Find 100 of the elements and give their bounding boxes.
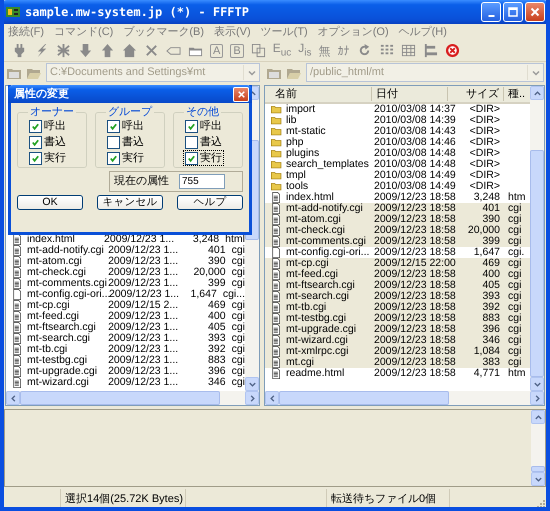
vertical-scrollbar[interactable]: [530, 86, 544, 391]
file-size: 390: [207, 256, 226, 267]
file-row[interactable]: tools 2010/03/08 14:49 <DIR>: [265, 181, 530, 192]
checkbox[interactable]: 呼出: [106, 119, 145, 133]
menu-item[interactable]: 接続(F): [8, 25, 44, 39]
scrollbar-thumb[interactable]: [531, 466, 545, 472]
cross-icon[interactable]: [144, 43, 159, 58]
app-icon: [5, 4, 21, 20]
checkbox[interactable]: 実行: [184, 151, 223, 165]
arrow-up-icon[interactable]: [100, 43, 115, 58]
scroll-right-button[interactable]: [245, 391, 259, 405]
horizontal-scrollbar[interactable]: [6, 391, 259, 405]
scroll-up-button[interactable]: [531, 410, 545, 424]
attribute-field[interactable]: 755: [179, 174, 225, 189]
file-row[interactable]: mt.cgi 2009/12/23 18:58 383 cgi: [265, 357, 530, 368]
close-button[interactable]: [233, 86, 249, 102]
scroll-left-button[interactable]: [6, 391, 20, 405]
file-row[interactable]: readme.html 2009/12/23 18:58 4,771 htm: [265, 368, 530, 379]
file-icon: [271, 258, 282, 269]
file-row[interactable]: search_templates 2010/03/08 14:48 <DIR>: [265, 159, 530, 170]
file-size: 883: [207, 355, 226, 366]
scrollbar-thumb[interactable]: [20, 391, 220, 405]
column-header[interactable]: 名前: [265, 87, 372, 101]
file-type: cgi: [508, 214, 522, 225]
file-row[interactable]: mt-xmlrpc.cgi 2009/12/23 18:58 1,084 cgi: [265, 346, 530, 357]
plug-icon[interactable]: [12, 43, 27, 58]
vertical-scrollbar[interactable]: [531, 410, 545, 486]
menu-item[interactable]: 表示(V): [214, 25, 251, 39]
scroll-left-button[interactable]: [265, 391, 279, 405]
arrow-down-icon[interactable]: [78, 43, 93, 58]
file-row[interactable]: plugins 2010/03/08 14:48 <DIR>: [265, 148, 530, 159]
scrollbar-thumb[interactable]: [530, 150, 544, 377]
menu-item[interactable]: ヘルプ(H): [398, 25, 447, 39]
stop-icon[interactable]: [444, 43, 460, 58]
scrollbar-thumb[interactable]: [279, 391, 449, 405]
file-row[interactable]: index.html 2009/12/23 18:58 3,248 htm: [265, 192, 530, 203]
checkbox[interactable]: 呼出: [28, 119, 67, 133]
file-row[interactable]: mt-config.cgi-ori... 2009/12/23 18:58 1,647 cgi.: [265, 247, 530, 258]
checkbox[interactable]: 書込: [106, 135, 145, 149]
scroll-down-button[interactable]: [531, 472, 545, 486]
file-row[interactable]: tmpl 2010/03/08 14:49 <DIR>: [265, 170, 530, 181]
menu-item[interactable]: オプション(O): [318, 25, 389, 39]
column-header[interactable]: サイズ: [448, 87, 504, 101]
file-row[interactable]: php 2010/03/08 14:46 <DIR>: [265, 137, 530, 148]
file-type: cgi: [232, 344, 245, 355]
file-row[interactable]: mt-add-notify.cgi 2009/12/23 18:58 401 cgi: [265, 203, 530, 214]
file-row[interactable]: mt-feed.cgi 2009/12/23 18:58 400 cgi: [265, 269, 530, 280]
checkbox[interactable]: 実行: [28, 151, 67, 165]
file-row[interactable]: mt-upgrade.cgi 2009/12/23 18:58 396 cgi: [265, 324, 530, 335]
file-row[interactable]: mt-cp.cgi 2009/12/15 22:00 469 cgi: [265, 258, 530, 269]
checkbox[interactable]: 呼出: [184, 119, 223, 133]
scroll-right-button[interactable]: [530, 391, 544, 405]
close-icon: [236, 88, 246, 100]
file-type: cgi: [508, 313, 522, 324]
asterisk-icon[interactable]: [56, 43, 71, 58]
checkbox[interactable]: 書込: [28, 135, 67, 149]
house-icon[interactable]: [122, 43, 137, 58]
file-size: 401: [207, 245, 226, 256]
menu-item[interactable]: コマンド(C): [54, 25, 114, 39]
maximize-button[interactable]: [503, 2, 523, 22]
file-row[interactable]: mt-tb.cgi 2009/12/23 18:58 392 cgi: [265, 302, 530, 313]
menu-item[interactable]: ツール(T): [260, 25, 308, 39]
column-header[interactable]: 日付: [372, 87, 448, 101]
file-row[interactable]: mt-atom.cgi 2009/12/23 18:58 390 cgi: [265, 214, 530, 225]
file-row[interactable]: mt-wizard.cgi 2009/12/23 18:58 346 cgi: [265, 335, 530, 346]
table-icon[interactable]: [400, 43, 416, 58]
horizontal-scrollbar[interactable]: [265, 391, 544, 405]
file-row[interactable]: import 2010/03/08 14:37 <DIR>: [265, 104, 530, 115]
column-header[interactable]: 種..: [504, 87, 530, 101]
scroll-down-button[interactable]: [245, 377, 259, 391]
file-icon: [271, 346, 282, 357]
file-type: cgi: [232, 355, 245, 366]
dialog-button[interactable]: OK: [17, 195, 83, 210]
checkbox[interactable]: 実行: [106, 151, 145, 165]
file-row[interactable]: mt-ftsearch.cgi 2009/12/23 18:58 405 cgi: [265, 280, 530, 291]
folder-icon: [271, 115, 282, 126]
checkbox[interactable]: 書込: [184, 135, 223, 149]
file-type: cgi: [232, 300, 245, 311]
dialog-button[interactable]: キャンセル: [97, 195, 163, 210]
close-button[interactable]: [525, 2, 545, 22]
minimize-button[interactable]: [481, 2, 501, 22]
scroll-down-button[interactable]: [530, 377, 544, 391]
copy-icon[interactable]: [250, 43, 266, 58]
tree-icon[interactable]: [422, 43, 438, 58]
file-row[interactable]: mt-search.cgi 2009/12/23 18:58 393 cgi: [265, 291, 530, 302]
scroll-up-button[interactable]: [530, 86, 544, 100]
file-date: 2009/12/23 1...: [108, 366, 178, 377]
file-row[interactable]: lib 2010/03/08 14:39 <DIR>: [265, 115, 530, 126]
file-row[interactable]: mt-check.cgi 2009/12/23 18:58 20,000 cgi: [265, 225, 530, 236]
file-row[interactable]: mt-static 2010/03/08 14:43 <DIR>: [265, 126, 530, 137]
menu-item[interactable]: ブックマーク(B): [123, 25, 204, 39]
window-title: sample.mw-system.jp (*) - FFFTP: [25, 6, 250, 18]
file-name: mt-atom.cgi: [286, 214, 341, 225]
dialog-title: 属性の変更: [14, 88, 70, 100]
resize-grip-icon[interactable]: [534, 497, 546, 507]
file-name: search_templates: [286, 159, 370, 170]
file-row[interactable]: mt-testbg.cgi 2009/12/23 18:58 883 cgi: [265, 313, 530, 324]
dialog-button[interactable]: ヘルプ: [177, 195, 243, 210]
file-type: cgi: [508, 335, 522, 346]
file-row[interactable]: mt-comments.cgi 2009/12/23 18:58 399 cgi: [265, 236, 530, 247]
